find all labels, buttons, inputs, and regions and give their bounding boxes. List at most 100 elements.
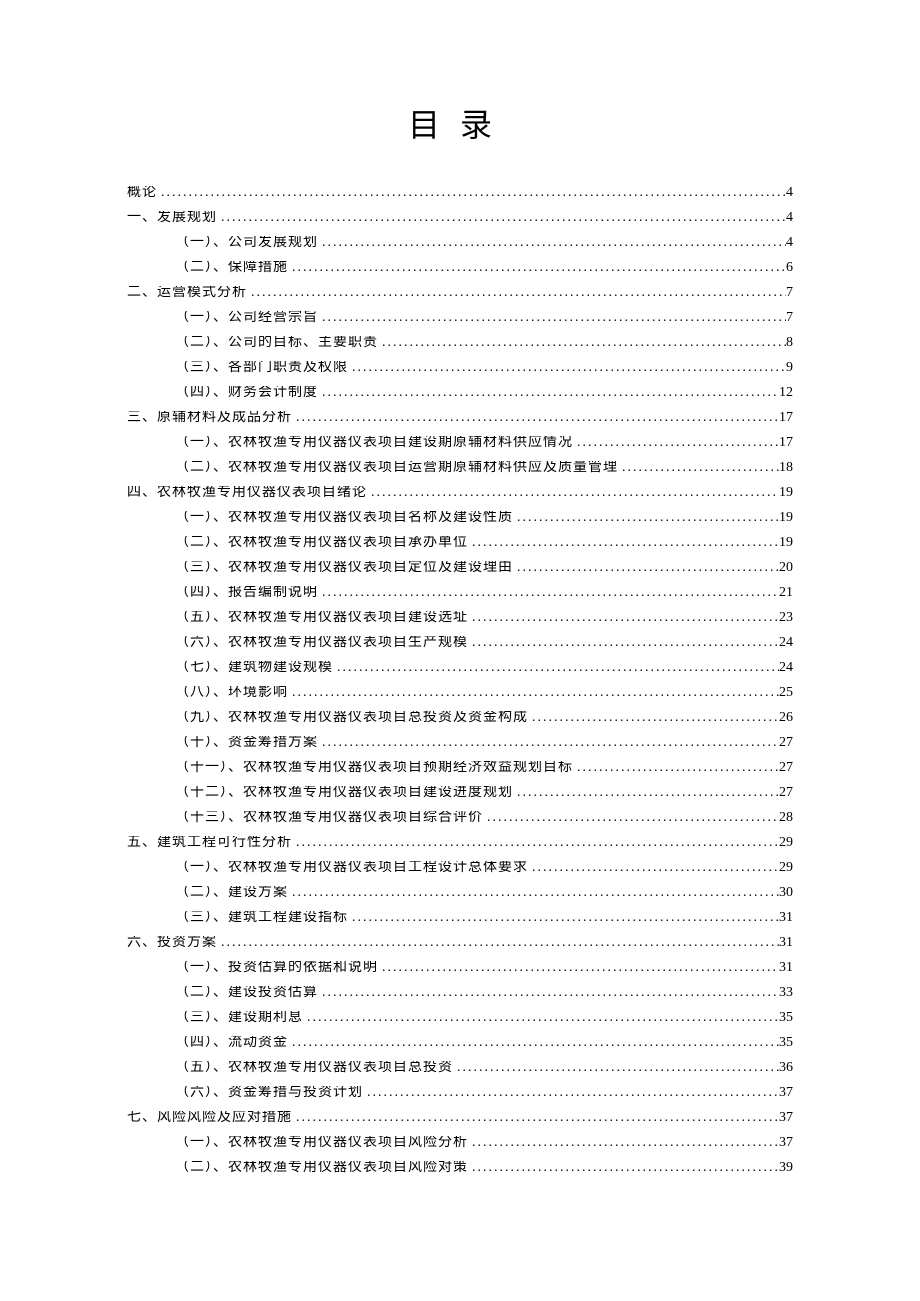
toc-leader-dots <box>468 611 779 625</box>
toc-leader-dots <box>333 661 779 675</box>
toc-entry-page: 33 <box>779 986 793 1000</box>
toc-entry: （十一）、农林牧渔专用仪器仪表项目预期经济效益规划目标27 <box>127 761 793 775</box>
toc-entry: 一、发展规划 4 <box>127 211 793 225</box>
toc-entry: （一）、农林牧渔专用仪器仪表项目名称及建设性质19 <box>127 511 793 525</box>
toc-entry-label: （一）、公司发展规划 <box>175 236 318 250</box>
toc-entry-page: 36 <box>779 1061 793 1075</box>
toc-entry-page: 21 <box>779 586 793 600</box>
toc-entry: （一）、公司经营宗旨 7 <box>127 311 793 325</box>
toc-entry-page: 4 <box>786 236 793 250</box>
toc-leader-dots <box>288 261 786 275</box>
toc-entry-page: 27 <box>779 736 793 750</box>
toc-entry-label: （二）、公司的目标、主要职责 <box>175 336 378 350</box>
toc-entry: （四）、流动资金35 <box>127 1036 793 1050</box>
toc-leader-dots <box>288 1036 779 1050</box>
toc-entry: （四）、报告编制说明 21 <box>127 586 793 600</box>
toc-entry-page: 8 <box>786 336 793 350</box>
toc-entry: （二）、农林牧渔专用仪器仪表项目承办单位19 <box>127 536 793 550</box>
toc-leader-dots <box>292 1111 779 1125</box>
toc-entry-label: 五、建筑工程可行性分析 <box>127 836 292 850</box>
toc-entry: （六）、资金筹措与投资计划37 <box>127 1086 793 1100</box>
toc-entry: （七）、建筑物建设规模24 <box>127 661 793 675</box>
toc-leader-dots <box>292 836 779 850</box>
toc-entry-page: 19 <box>779 511 793 525</box>
toc-entry-page: 31 <box>779 911 793 925</box>
toc-entry-label: （十三）、农林牧渔专用仪器仪表项目综合评价 <box>175 811 483 825</box>
page-title: 目录 <box>127 100 793 146</box>
toc-entry-label: 四、农林牧渔专用仪器仪表项目绪论 <box>127 486 367 500</box>
toc-entry-label: 七、风险风险及应对措施 <box>127 1111 292 1125</box>
toc-entry-page: 17 <box>779 411 793 425</box>
toc-leader-dots <box>318 236 786 250</box>
toc-entry-label: （十）、资金筹措方案 <box>175 736 318 750</box>
toc-entry: 二、运营模式分析 7 <box>127 286 793 300</box>
toc-entry: 六、投资方案 31 <box>127 936 793 950</box>
toc-entry: （八）、环境影响25 <box>127 686 793 700</box>
toc-entry-label: （二）、建设方案 <box>175 886 288 900</box>
toc-entry-page: 35 <box>779 1011 793 1025</box>
toc-entry-page: 4 <box>786 211 793 225</box>
toc-entry-page: 29 <box>779 861 793 875</box>
toc-entry: （十三）、农林牧渔专用仪器仪表项目综合评价 28 <box>127 811 793 825</box>
toc-entry-page: 9 <box>786 361 793 375</box>
toc-entry: （一）、农林牧渔专用仪器仪表项目工程设计总体要求29 <box>127 861 793 875</box>
toc-entry: （十二）、农林牧渔专用仪器仪表项目建设进度规划27 <box>127 786 793 800</box>
toc-leader-dots <box>528 711 779 725</box>
toc-entry-page: 35 <box>779 1036 793 1050</box>
toc-leader-dots <box>217 936 779 950</box>
toc-entry-label: 三、原辅材料及成品分析 <box>127 411 292 425</box>
toc-entry-page: 28 <box>779 811 793 825</box>
toc-entry-page: 27 <box>779 786 793 800</box>
toc-entry: （一）、农林牧渔专用仪器仪表项目风险分析37 <box>127 1136 793 1150</box>
toc-entry: （二）、建设投资估算33 <box>127 986 793 1000</box>
toc-entry-page: 39 <box>779 1161 793 1175</box>
toc-entry-label: 一、发展规划 <box>127 211 217 225</box>
toc-entry-label: （二）、保障措施 <box>175 261 288 275</box>
toc-entry: 三、原辅材料及成品分析 17 <box>127 411 793 425</box>
toc-entry-label: （六）、农林牧渔专用仪器仪表项目生产规模 <box>175 636 468 650</box>
toc-entry-page: 31 <box>779 961 793 975</box>
toc-leader-dots <box>468 536 779 550</box>
toc-entry-page: 26 <box>779 711 793 725</box>
toc-entry-label: 概论 <box>127 186 157 200</box>
toc-entry-label: （三）、农林牧渔专用仪器仪表项目定位及建设理由 <box>175 561 513 575</box>
toc-leader-dots <box>468 1136 779 1150</box>
toc-entry-page: 7 <box>786 311 793 325</box>
toc-entry-page: 4 <box>786 186 793 200</box>
toc-leader-dots <box>157 186 786 200</box>
toc-entry-page: 25 <box>779 686 793 700</box>
toc-entry-page: 12 <box>779 386 793 400</box>
toc-entry: （十）、资金筹措方案 27 <box>127 736 793 750</box>
toc-leader-dots <box>217 211 786 225</box>
toc-leader-dots <box>528 861 779 875</box>
toc-entry-page: 31 <box>779 936 793 950</box>
toc-entry: （一）、农林牧渔专用仪器仪表项目建设期原辅材料供应情况17 <box>127 436 793 450</box>
toc-entry-label: （一）、农林牧渔专用仪器仪表项目建设期原辅材料供应情况 <box>175 436 573 450</box>
toc-entry-label: （四）、报告编制说明 <box>175 586 318 600</box>
toc-entry: （四）、财务会计制度12 <box>127 386 793 400</box>
toc-entry-page: 7 <box>786 286 793 300</box>
toc-entry-page: 19 <box>779 486 793 500</box>
toc-leader-dots <box>513 561 779 575</box>
toc-entry: （二）、农林牧渔专用仪器仪表项目风险对策39 <box>127 1161 793 1175</box>
toc-leader-dots <box>618 461 779 475</box>
toc-leader-dots <box>318 986 779 1000</box>
toc-leader-dots <box>483 811 779 825</box>
toc-leader-dots <box>453 1061 779 1075</box>
toc-entry: 四、农林牧渔专用仪器仪表项目绪论 19 <box>127 486 793 500</box>
toc-entry: 七、风险风险及应对措施37 <box>127 1111 793 1125</box>
toc-entry-label: 六、投资方案 <box>127 936 217 950</box>
toc-entry-page: 20 <box>779 561 793 575</box>
toc-entry: （九）、农林牧渔专用仪器仪表项目总投资及资金构成26 <box>127 711 793 725</box>
toc-entry-label: 二、运营模式分析 <box>127 286 247 300</box>
toc-entry-label: （五）、农林牧渔专用仪器仪表项目总投资 <box>175 1061 453 1075</box>
toc-entry-label: （三）、建筑工程建设指标 <box>175 911 348 925</box>
toc-entry-label: （五）、农林牧渔专用仪器仪表项目建设选址 <box>175 611 468 625</box>
toc-leader-dots <box>292 411 779 425</box>
toc-entry-label: （三）、建设期利息 <box>175 1011 303 1025</box>
toc-entry-label: （一）、公司经营宗旨 <box>175 311 318 325</box>
toc-leader-dots <box>318 311 786 325</box>
toc-entry-page: 27 <box>779 761 793 775</box>
toc-entry-page: 18 <box>779 461 793 475</box>
toc-leader-dots <box>318 386 779 400</box>
